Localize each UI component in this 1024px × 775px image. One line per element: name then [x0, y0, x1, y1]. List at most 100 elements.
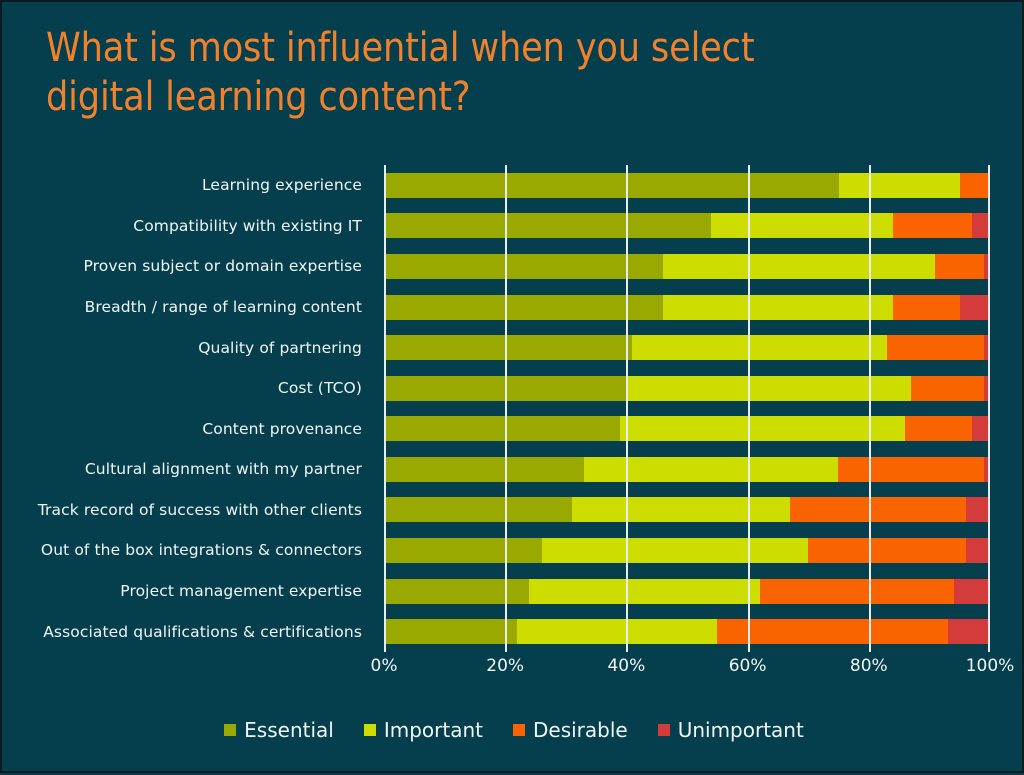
bar-segment-unimportant[interactable]: [959, 294, 990, 320]
gridline: [384, 165, 386, 652]
y-axis-label: Learning experience: [201, 176, 362, 195]
bar-segment-important[interactable]: [838, 172, 960, 198]
bar-segment-desirable[interactable]: [893, 213, 972, 239]
bar-row: [384, 611, 990, 652]
bar-row: [384, 449, 990, 490]
legend-swatch-icon: [363, 724, 376, 736]
bar-segment-important[interactable]: [662, 294, 894, 320]
bar-segment-essential[interactable]: [384, 253, 663, 279]
bar-segment-unimportant[interactable]: [965, 537, 990, 563]
gridline: [626, 165, 629, 652]
x-axis-tick-label: 20%: [486, 656, 525, 676]
bar-segment-essential[interactable]: [384, 213, 712, 239]
chart-legend: Essential Important Desirable Unimportant: [2, 718, 1024, 742]
stacked-bar[interactable]: [384, 578, 990, 604]
y-axis-label: Cost (TCO): [277, 379, 362, 398]
bar-segment-important[interactable]: [620, 416, 906, 442]
y-axis-label: Cultural alignment with my partner: [84, 460, 362, 479]
y-axis-label: Project management expertise: [120, 582, 362, 601]
stacked-bar[interactable]: [384, 497, 990, 523]
bar-segment-desirable[interactable]: [759, 578, 954, 604]
legend-swatch-icon: [224, 724, 237, 736]
x-axis-tick-label: 100%: [965, 656, 1015, 676]
bar-row: [384, 287, 990, 328]
bar-segment-desirable[interactable]: [838, 456, 984, 482]
stacked-bar[interactable]: [384, 416, 990, 442]
bar-segment-desirable[interactable]: [893, 294, 960, 320]
x-axis-tick-label: 0%: [370, 656, 398, 676]
bar-row: [384, 571, 990, 612]
bar-segment-unimportant[interactable]: [953, 578, 990, 604]
legend-swatch-icon: [657, 724, 670, 736]
bar-row: [384, 165, 990, 206]
y-axis-label: Track record of success with other clien…: [37, 500, 362, 519]
bar-row: [384, 368, 990, 409]
plot-area: [384, 165, 990, 652]
legend-item-essential[interactable]: Essential: [224, 718, 334, 742]
legend-item-unimportant[interactable]: Unimportant: [657, 718, 804, 742]
gridline: [988, 165, 990, 652]
bar-segment-important[interactable]: [632, 335, 887, 361]
bar-row: [384, 490, 990, 531]
x-axis-tick-labels: 0% 20% 40% 60% 80% 100%: [371, 656, 1015, 686]
bar-row: [384, 206, 990, 247]
stacked-bar[interactable]: [384, 456, 990, 482]
gridline: [505, 165, 508, 652]
stacked-bar[interactable]: [384, 619, 990, 645]
bar-segment-desirable[interactable]: [790, 497, 966, 523]
bar-segment-essential[interactable]: [384, 172, 839, 198]
bar-segment-essential[interactable]: [384, 294, 663, 320]
gridline: [747, 165, 750, 652]
stacked-bar[interactable]: [384, 253, 990, 279]
y-axis-label: Quality of partnering: [198, 338, 362, 357]
legend-label: Desirable: [532, 718, 628, 742]
bar-segment-unimportant[interactable]: [947, 619, 990, 645]
y-axis-category-labels: Learning experience Compatibility with ex…: [32, 165, 374, 652]
bar-segment-essential[interactable]: [384, 497, 572, 523]
stacked-bar[interactable]: [384, 213, 990, 239]
bar-segment-essential[interactable]: [384, 416, 621, 442]
legend-item-desirable[interactable]: Desirable: [512, 718, 628, 742]
gridline: [868, 165, 871, 652]
bar-segment-important[interactable]: [662, 253, 936, 279]
bar-segment-essential[interactable]: [384, 335, 633, 361]
bar-segment-important[interactable]: [711, 213, 894, 239]
bar-segment-unimportant[interactable]: [965, 497, 990, 523]
stacked-bar[interactable]: [384, 335, 990, 361]
bar-segment-desirable[interactable]: [886, 335, 984, 361]
bar-segment-important[interactable]: [529, 578, 760, 604]
stacked-bar[interactable]: [384, 172, 990, 198]
bar-segment-essential[interactable]: [384, 456, 584, 482]
bar-segment-essential[interactable]: [384, 537, 542, 563]
x-axis-tick-label: 60%: [728, 656, 767, 676]
x-axis-tick-label: 80%: [849, 656, 888, 676]
legend-swatch-icon: [512, 724, 525, 736]
y-axis-label: Breadth / range of learning content: [84, 298, 362, 317]
bar-segment-desirable[interactable]: [905, 416, 972, 442]
bar-segment-desirable[interactable]: [935, 253, 984, 279]
bar-segment-important[interactable]: [571, 497, 791, 523]
legend-label: Unimportant: [677, 718, 804, 742]
stacked-bar[interactable]: [384, 294, 990, 320]
stacked-bar[interactable]: [384, 375, 990, 401]
x-axis-tick-label: 40%: [607, 656, 646, 676]
legend-label: Essential: [244, 718, 334, 742]
bar-segment-desirable[interactable]: [911, 375, 984, 401]
bar-segment-important[interactable]: [517, 619, 718, 645]
stacked-bar[interactable]: [384, 537, 990, 563]
bar-row: [384, 327, 990, 368]
legend-item-important[interactable]: Important: [363, 718, 483, 742]
y-axis-label: Proven subject or domain expertise: [83, 257, 362, 276]
bar-segment-important[interactable]: [583, 456, 839, 482]
bar-segment-desirable[interactable]: [808, 537, 966, 563]
bar-segment-essential[interactable]: [384, 619, 518, 645]
stacked-bar-chart: Learning experience Compatibility with ex…: [2, 2, 1024, 775]
bar-segment-important[interactable]: [541, 537, 809, 563]
bar-segment-desirable[interactable]: [959, 172, 990, 198]
y-axis-label: Compatibility with existing IT: [133, 216, 362, 235]
bar-segment-essential[interactable]: [384, 578, 530, 604]
bar-row: [384, 246, 990, 287]
bar-rows: [384, 165, 990, 652]
legend-label: Important: [383, 718, 483, 742]
bar-segment-desirable[interactable]: [717, 619, 948, 645]
